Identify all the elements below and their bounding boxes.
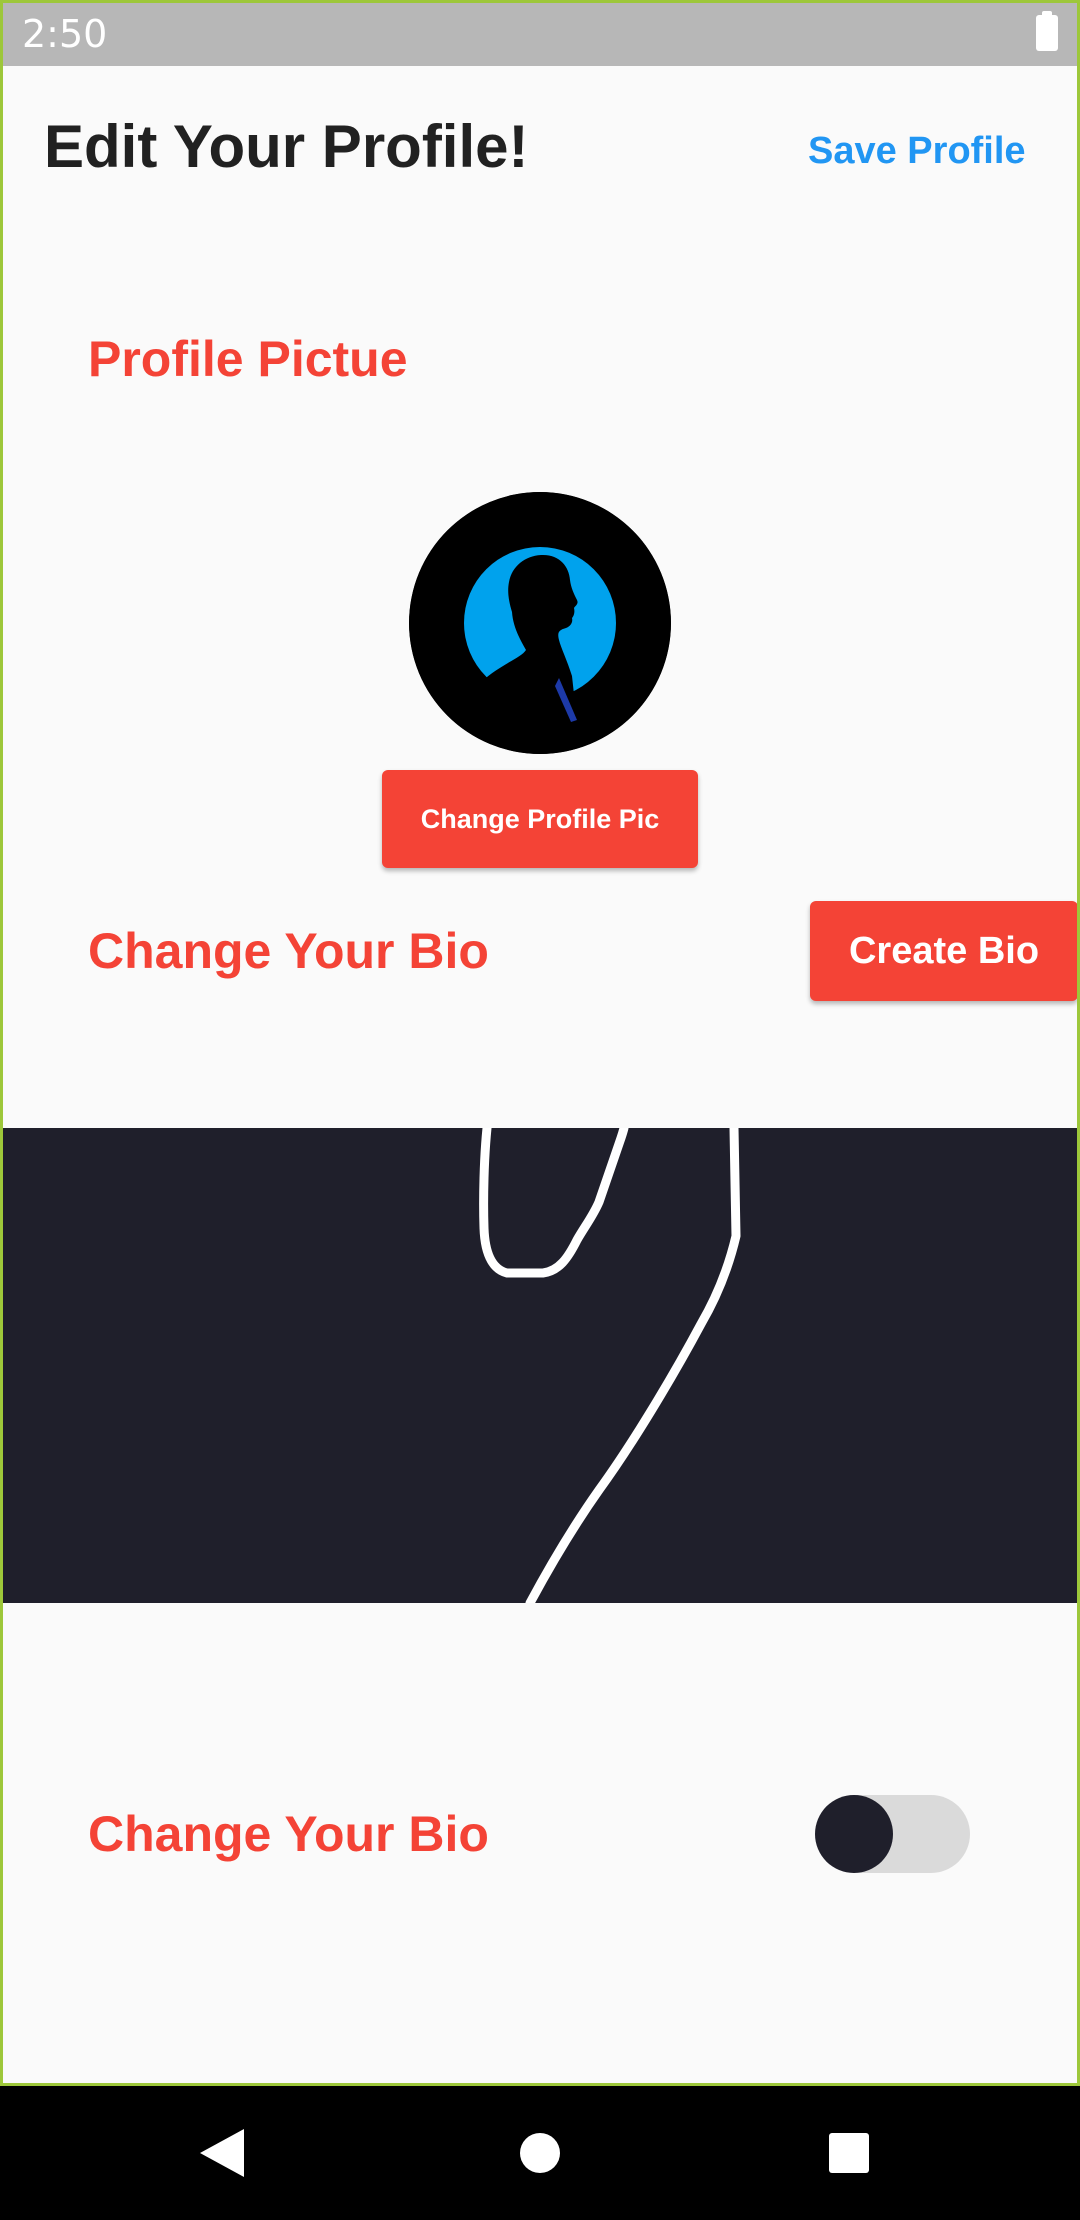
status-bar: 2:50	[0, 0, 1080, 66]
person-silhouette-icon	[409, 492, 671, 754]
profile-picture-label: Profile Pictue	[88, 331, 408, 387]
battery-icon	[1036, 11, 1058, 51]
bio-toggle-switch[interactable]	[815, 1795, 970, 1873]
save-profile-button[interactable]: Save Profile	[808, 130, 1026, 173]
drawing-canvas[interactable]	[3, 1128, 1077, 1603]
status-time: 2:50	[22, 12, 108, 56]
create-bio-button[interactable]: Create Bio	[810, 901, 1078, 1001]
avatar	[409, 492, 671, 754]
navigation-bar	[0, 2086, 1080, 2220]
drawing-stroke	[479, 1128, 741, 1603]
recents-icon[interactable]	[829, 2133, 869, 2173]
toggle-thumb	[815, 1795, 893, 1873]
change-profile-pic-button[interactable]: Change Profile Pic	[382, 770, 698, 868]
back-icon[interactable]	[200, 2129, 244, 2177]
home-icon[interactable]	[520, 2133, 560, 2173]
page-title: Edit Your Profile!	[44, 113, 529, 180]
app-frame	[0, 0, 1080, 2086]
change-bio-toggle-label: Change Your Bio	[88, 1806, 489, 1862]
change-bio-label: Change Your Bio	[88, 923, 489, 979]
